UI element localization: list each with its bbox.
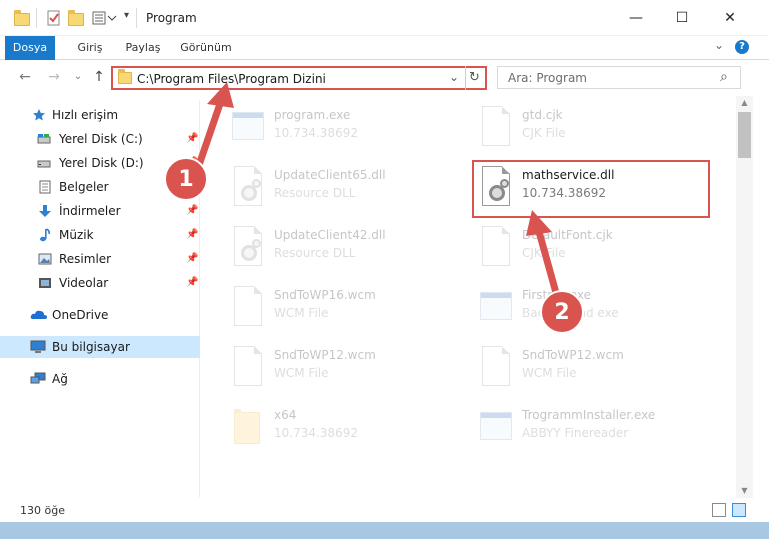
file-item[interactable]: SndToWP16.wcm WCM File — [230, 282, 470, 334]
expand-ribbon-icon[interactable]: ⌄ — [714, 38, 724, 52]
pictures-icon — [38, 253, 52, 265]
sidebar-item-network[interactable]: Ağ — [0, 368, 200, 390]
help-icon[interactable]: ? — [735, 40, 749, 54]
forward-button[interactable]: → — [45, 68, 63, 86]
item-count: 130 öğe — [20, 504, 65, 517]
pin-icon[interactable]: 📌 — [186, 272, 198, 294]
pin-icon[interactable]: 📌 — [186, 128, 198, 150]
sidebar-item-pictures[interactable]: Resimler 📌 — [0, 248, 200, 270]
large-icons-view-icon[interactable] — [732, 503, 746, 517]
tab-dosya[interactable]: Dosya — [5, 36, 55, 60]
sidebar-item-local-disk-c[interactable]: Yerel Disk (C:) 📌 — [0, 128, 200, 150]
minimize-button[interactable]: — — [613, 0, 659, 36]
search-placeholder: Ara: Program — [508, 71, 587, 85]
window-title: Program — [146, 11, 197, 25]
ribbon: Dosya Giriş Paylaş Görünüm ⌄ ? — [0, 36, 769, 60]
quick-access-dropdown-icon[interactable]: ▾ — [124, 10, 129, 21]
recent-locations-button[interactable]: ⌄ — [69, 68, 87, 86]
document-icon — [230, 286, 264, 330]
file-item[interactable]: TrogrammInstaller.exe ABBYY Finereader — [478, 402, 718, 454]
file-item[interactable]: Firstrec.exe Background exe — [478, 282, 718, 334]
document-icon — [478, 346, 512, 390]
step-1-badge: 1 — [164, 157, 208, 201]
computer-icon — [30, 340, 46, 353]
file-item[interactable]: program.exe 10.734.38692 — [230, 102, 470, 154]
videos-icon — [39, 278, 51, 288]
folder-icon — [118, 69, 132, 84]
pin-icon[interactable]: 📌 — [186, 224, 198, 246]
address-bar[interactable]: C:\Program Files\Program Dizini ⌄ ↻ — [111, 66, 487, 90]
file-item[interactable]: UpdateClient42.dll Resource DLL — [230, 222, 470, 274]
document-icon — [478, 106, 512, 150]
documents-icon — [39, 180, 51, 194]
details-view-icon[interactable] — [712, 503, 726, 517]
document-icon — [478, 226, 512, 270]
file-item[interactable]: SndToWP12.wcm WCM File — [478, 342, 718, 394]
dll-file-icon — [230, 226, 264, 270]
sidebar-item-downloads[interactable]: İndirmeler 📌 — [0, 200, 200, 222]
network-icon — [30, 372, 46, 384]
file-item[interactable]: gtd.cjk CJK File — [478, 102, 718, 154]
back-button[interactable]: ← — [16, 68, 34, 86]
new-folder-icon[interactable] — [68, 10, 84, 26]
scroll-up-icon[interactable]: ▲ — [736, 96, 753, 110]
sidebar-item-music[interactable]: Müzik 📌 — [0, 224, 200, 246]
pin-icon[interactable]: 📌 — [186, 248, 198, 270]
document-icon — [230, 346, 264, 390]
sidebar-item-onedrive[interactable]: OneDrive — [0, 304, 200, 326]
sidebar-item-quick-access[interactable]: Hızlı erişim — [0, 104, 200, 126]
application-icon — [478, 286, 512, 330]
close-button[interactable]: ✕ — [707, 0, 753, 36]
scroll-down-icon[interactable]: ▼ — [736, 484, 753, 498]
file-item[interactable]: x64 10.734.38692 — [230, 402, 470, 454]
tab-gorunum[interactable]: Görünüm — [176, 36, 236, 60]
scrollbar-thumb[interactable] — [738, 112, 751, 158]
refresh-icon[interactable]: ↻ — [469, 70, 480, 85]
search-icon: ⌕ — [720, 69, 728, 85]
folder-icon — [14, 10, 30, 26]
dll-file-icon — [230, 166, 264, 210]
application-icon — [230, 106, 264, 150]
address-path: C:\Program Files\Program Dizini — [137, 72, 326, 86]
sidebar-item-this-pc[interactable]: Bu bilgisayar — [0, 336, 200, 358]
tab-giris[interactable]: Giriş — [70, 36, 110, 60]
drive-icon — [37, 134, 51, 144]
folder-icon — [230, 406, 264, 450]
status-bar: 130 öğe — [0, 498, 769, 522]
downloads-icon — [39, 205, 51, 217]
file-item[interactable]: DefaultFont.cjk CJK File — [478, 222, 718, 274]
star-icon — [33, 109, 45, 121]
music-icon — [40, 228, 51, 242]
file-item[interactable]: UpdateClient65.dll Resource DLL — [230, 162, 470, 214]
cloud-icon — [30, 310, 47, 319]
pin-icon[interactable]: 📌 — [186, 200, 198, 222]
address-dropdown-icon[interactable]: ⌄ — [449, 70, 459, 84]
vertical-scrollbar[interactable]: ▲ ▼ — [736, 96, 753, 498]
customize-toolbar-icon[interactable] — [92, 10, 117, 26]
up-button[interactable]: ↑ — [90, 68, 108, 86]
step-2-badge: 2 — [540, 290, 584, 334]
navigation-pane: Hızlı erişim Yerel Disk (C:) 📌 Yerel Dis… — [0, 100, 200, 497]
title-bar: ▾ Program — ☐ ✕ — [0, 0, 769, 36]
application-icon — [478, 406, 512, 450]
properties-icon[interactable] — [46, 10, 62, 26]
drive-icon — [37, 160, 51, 168]
maximize-button[interactable]: ☐ — [659, 0, 705, 36]
search-input[interactable]: Ara: Program ⌕ — [497, 66, 741, 89]
mathservice-highlight — [472, 160, 710, 218]
file-list: program.exe 10.734.38692 gtd.cjk CJK Fil… — [210, 96, 736, 498]
desktop-background — [0, 522, 769, 539]
file-item[interactable]: SndToWP12.wcm WCM File — [230, 342, 470, 394]
sidebar-item-videos[interactable]: Videolar 📌 — [0, 272, 200, 294]
tab-paylas[interactable]: Paylaş — [120, 36, 166, 60]
